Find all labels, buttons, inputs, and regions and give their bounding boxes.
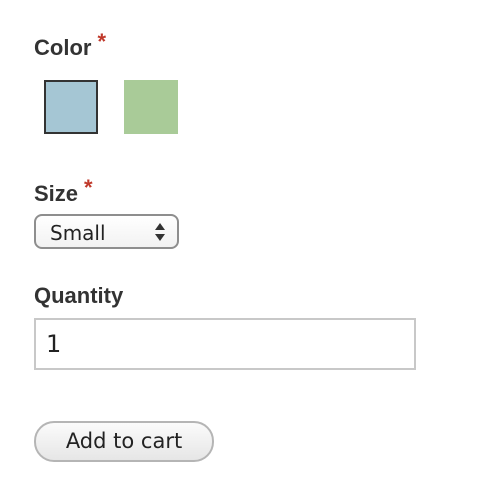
quantity-input[interactable]: [34, 318, 416, 370]
color-required-mark: *: [97, 29, 107, 54]
color-swatch-green[interactable]: [124, 80, 178, 134]
size-select[interactable]: Small: [34, 214, 179, 249]
color-field-label: Color *: [34, 31, 106, 60]
size-label-text: Size: [34, 181, 79, 206]
quantity-field-label: Quantity: [34, 285, 123, 307]
size-field-label: Size *: [34, 177, 93, 206]
size-required-mark: *: [84, 175, 93, 200]
color-swatch-blue[interactable]: [44, 80, 98, 134]
color-label-text: Color: [34, 35, 92, 60]
add-to-cart-button[interactable]: Add to cart: [34, 421, 214, 462]
size-select-value: Small: [50, 221, 106, 245]
quantity-label-text: Quantity: [34, 283, 124, 308]
updown-arrows-icon: [155, 223, 165, 241]
